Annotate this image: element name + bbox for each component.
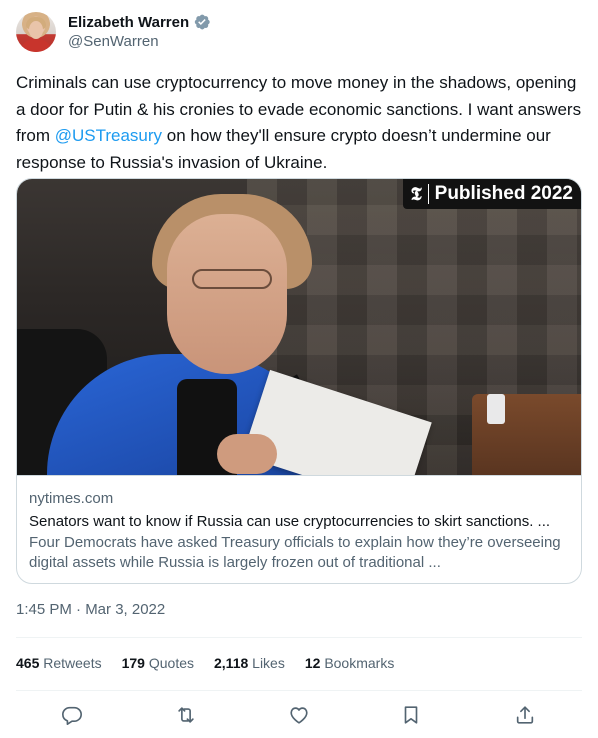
- stat-bookmarks[interactable]: 12 Bookmarks: [305, 655, 395, 671]
- retweet-icon[interactable]: [173, 702, 199, 728]
- tweet-text: Criminals can use cryptocurrency to move…: [16, 70, 582, 176]
- card-body[interactable]: nytimes.com Senators want to know if Rus…: [17, 475, 581, 583]
- stat-label: Bookmarks: [324, 655, 395, 671]
- card-domain: nytimes.com: [29, 490, 114, 507]
- tweet-timestamp[interactable]: 1:45 PM · Mar 3, 2022: [16, 601, 165, 618]
- link-preview-card[interactable]: 𝕿 Published 2022 nytimes.com Senators wa…: [16, 178, 582, 584]
- badge-separator: [427, 184, 429, 204]
- published-badge-text: Published 2022: [434, 183, 573, 204]
- author-display-name[interactable]: Elizabeth Warren: [68, 14, 189, 31]
- stat-label: Retweets: [43, 655, 102, 671]
- share-icon[interactable]: [512, 702, 538, 728]
- action-bar: [16, 702, 582, 728]
- stat-label: Quotes: [148, 655, 194, 671]
- stat-label: Likes: [252, 655, 285, 671]
- divider: [16, 690, 582, 691]
- card-description: Four Democrats have asked Treasury offic…: [29, 534, 561, 571]
- stat-count: 2,118: [214, 655, 249, 671]
- card-title: Senators want to know if Russia can use …: [29, 513, 551, 530]
- stat-likes[interactable]: 2,118 Likes: [214, 655, 285, 671]
- bookmark-icon[interactable]: [398, 702, 424, 728]
- published-badge: 𝕿 Published 2022: [402, 179, 581, 209]
- nyt-logo-icon: 𝕿: [410, 183, 422, 205]
- mention-link[interactable]: @USTreasury: [55, 126, 162, 145]
- stat-count: 179: [121, 655, 145, 671]
- author-name-row: Elizabeth Warren: [68, 13, 211, 31]
- tweet-stats: 465 Retweets 179 Quotes 2,118 Likes 12 B…: [16, 655, 414, 671]
- verified-badge-icon[interactable]: [193, 13, 211, 31]
- reply-icon[interactable]: [59, 702, 85, 728]
- divider: [16, 637, 582, 638]
- author-handle[interactable]: @SenWarren: [68, 33, 159, 50]
- like-icon[interactable]: [286, 702, 312, 728]
- stat-count: 12: [304, 655, 321, 671]
- stat-quotes[interactable]: 179 Quotes: [122, 655, 194, 671]
- card-image[interactable]: 𝕿 Published 2022: [17, 179, 581, 475]
- stat-retweets[interactable]: 465 Retweets: [16, 655, 102, 671]
- avatar[interactable]: [16, 12, 56, 52]
- stat-count: 465: [16, 655, 40, 671]
- tweet-header: Elizabeth Warren @SenWarren: [16, 12, 582, 56]
